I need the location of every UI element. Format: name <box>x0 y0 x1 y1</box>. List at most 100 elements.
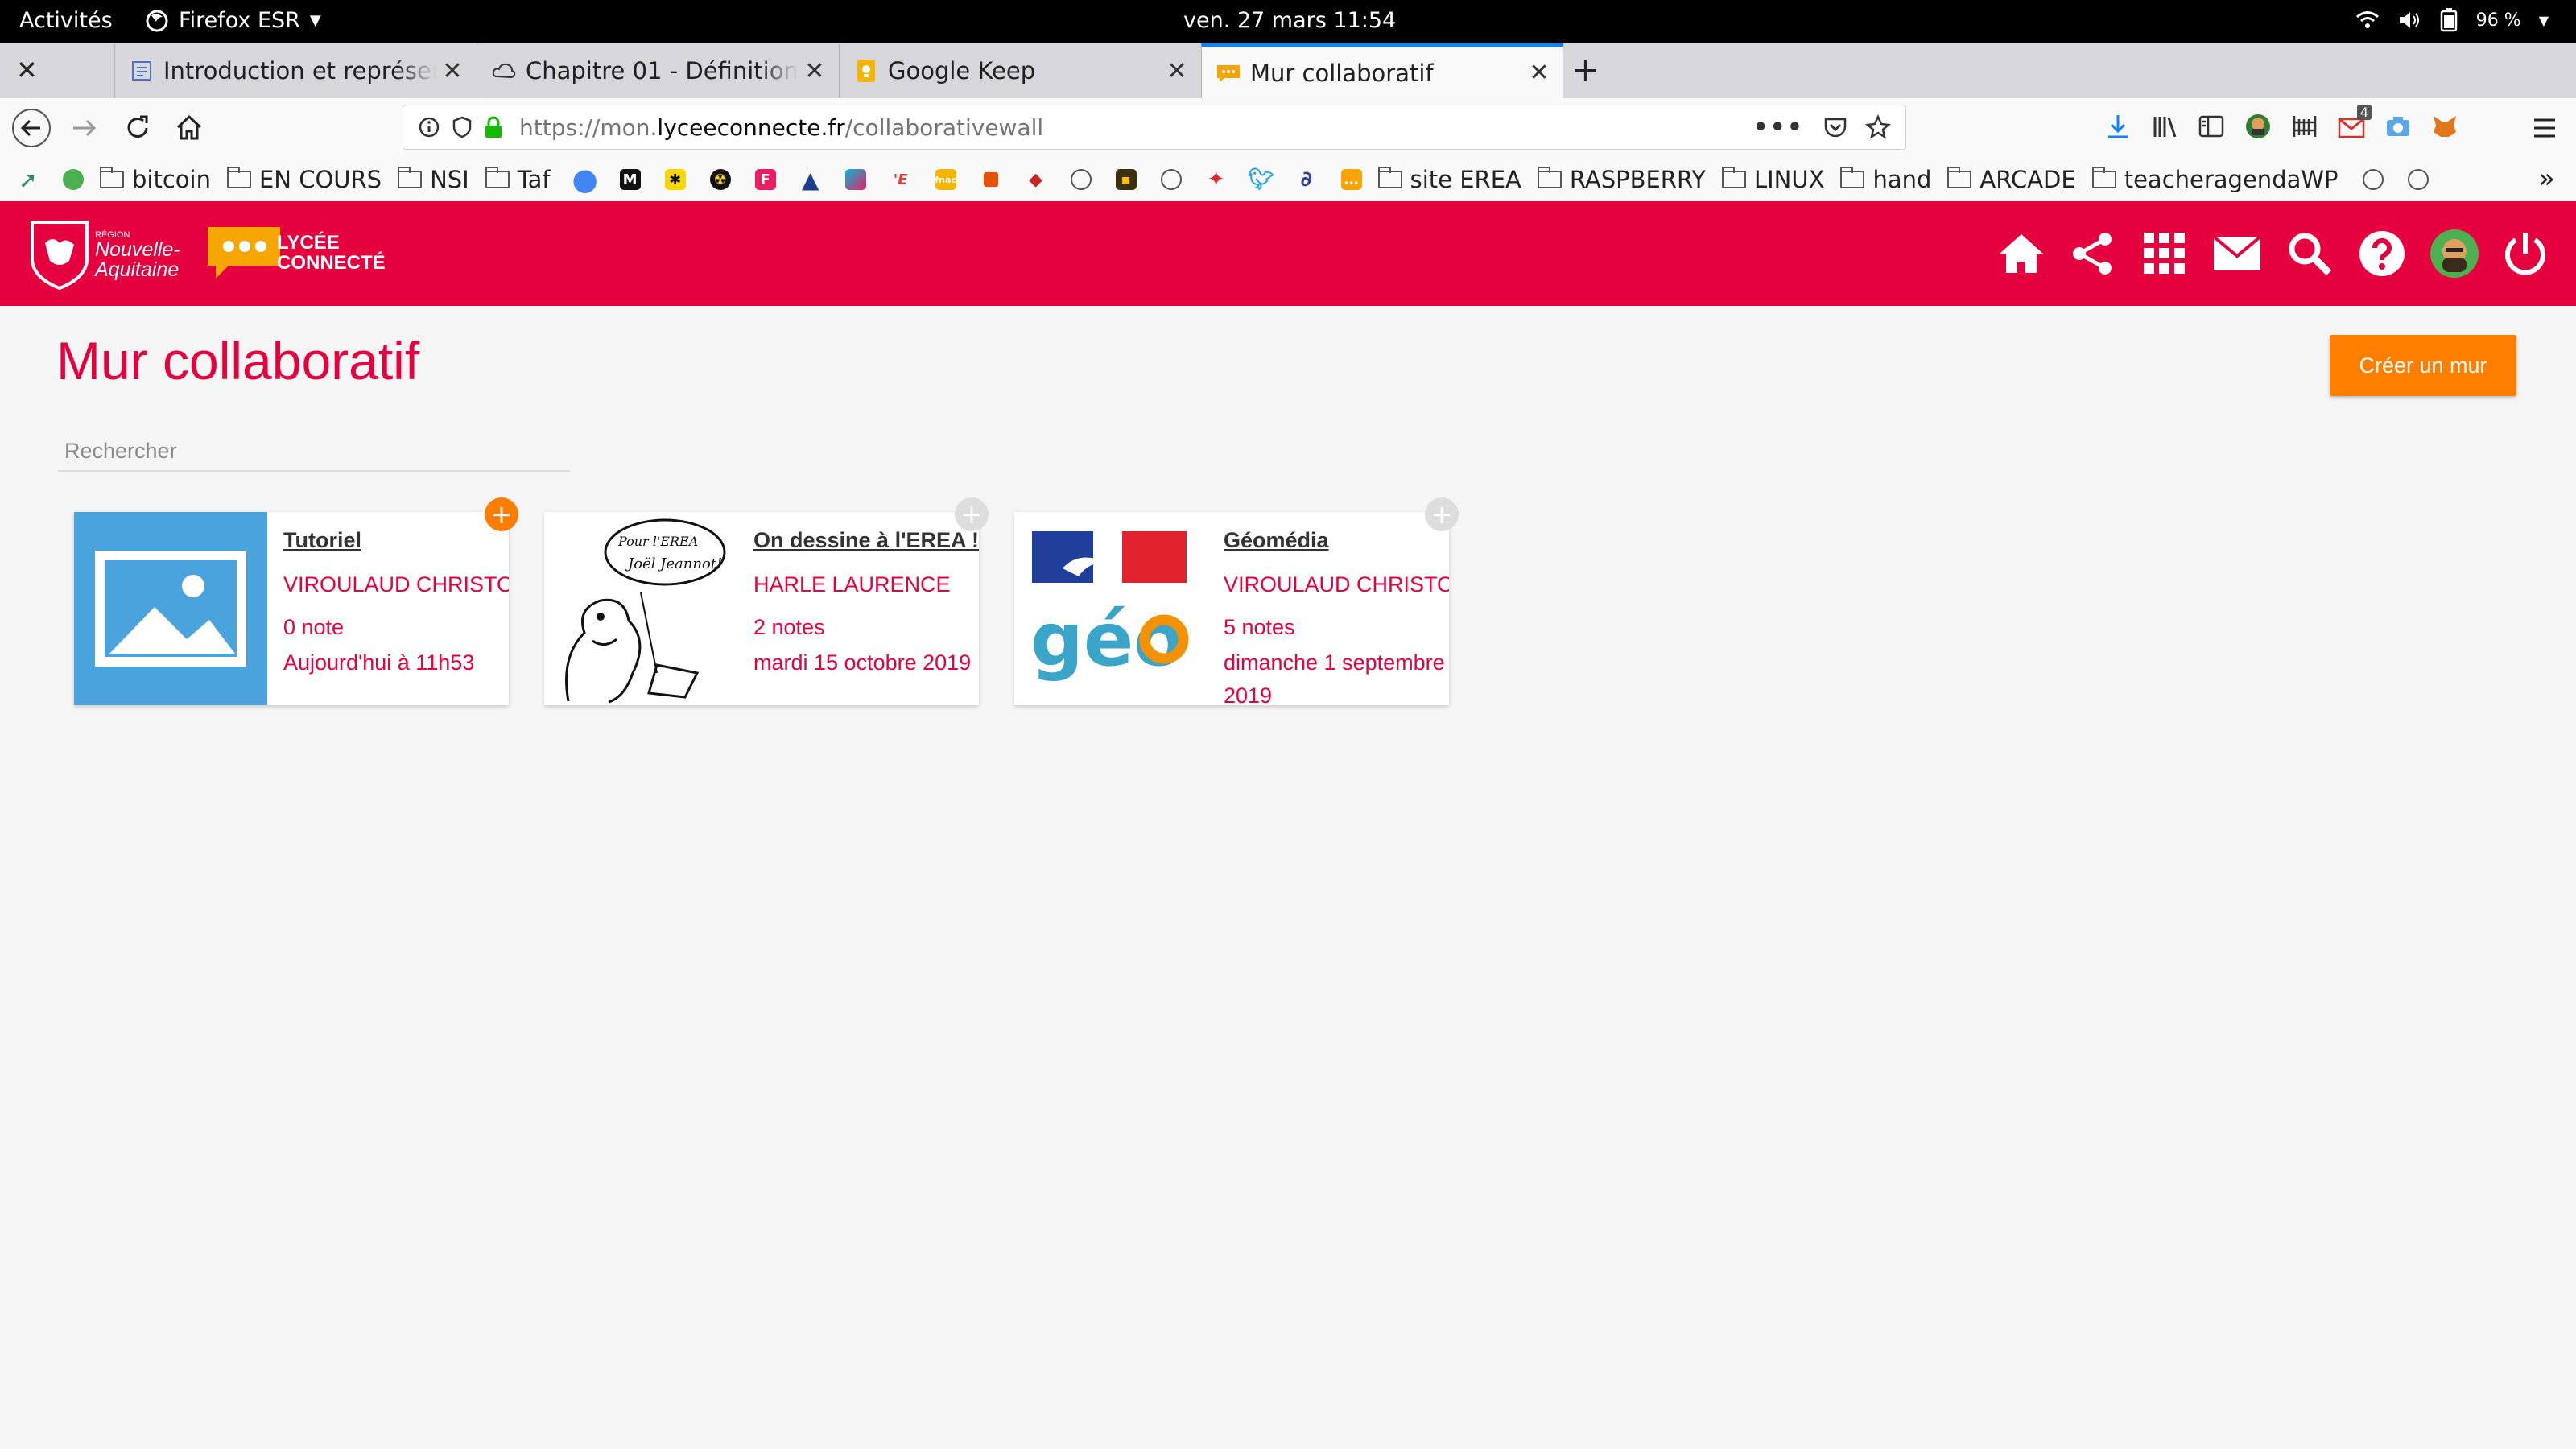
sidebar-icon[interactable] <box>2198 113 2225 140</box>
metamask-fox-icon[interactable] <box>2431 113 2458 140</box>
tab-introduction[interactable]: Introduction et représent ✕ <box>114 43 477 98</box>
add-favorite-button[interactable]: + <box>1425 497 1459 531</box>
bookmark-label: EN COURS <box>258 166 382 193</box>
globe-favicon-icon[interactable] <box>63 169 84 190</box>
pocket-icon[interactable] <box>1823 115 1847 139</box>
hamburger-icon <box>2534 118 2555 138</box>
home-icon <box>2000 234 2043 273</box>
bookmark-label: teacheragendaWP <box>2124 166 2339 193</box>
lycee-connecte-logo[interactable]: LYCÉE CONNECTÉ <box>204 222 386 283</box>
region-name-line2: Aquitaine <box>95 258 180 281</box>
wall-card-on-dessine[interactable]: Pour l'EREA Joël Jeannot! On dessine à l… <box>544 497 989 705</box>
globe-icon[interactable] <box>2407 169 2429 190</box>
search-input[interactable] <box>58 431 570 472</box>
share-nav-button[interactable] <box>2067 229 2117 279</box>
swirl-favicon-icon[interactable]: ∂ <box>1296 167 1317 192</box>
bookmark-folder-arcade[interactable]: ARCADE <box>1947 166 2076 193</box>
star-favicon-icon[interactable]: ✦ <box>1206 167 1227 192</box>
reload-button[interactable] <box>118 108 158 148</box>
search-nav-button[interactable] <box>2285 229 2334 279</box>
gmail-notifier-icon[interactable]: 4 <box>2338 105 2372 140</box>
close-tab-icon[interactable]: ✕ <box>1161 57 1193 85</box>
lock-icon[interactable] <box>484 116 503 138</box>
wall-title[interactable]: On dessine à l'EREA ! <box>753 528 979 553</box>
gradient-favicon-icon[interactable] <box>844 169 866 190</box>
bookmark-folder-raspberry[interactable]: RASPBERRY <box>1537 166 1706 193</box>
bookmark-star-icon[interactable] <box>1865 114 1891 140</box>
user-profile-button[interactable] <box>2429 229 2479 279</box>
screenshot-icon[interactable] <box>2384 113 2412 140</box>
avatar-extension-icon[interactable] <box>2244 113 2272 140</box>
bookmark-folder-teacheragendawp[interactable]: teacheragendaWP <box>2091 166 2339 193</box>
forward-button[interactable] <box>64 108 105 148</box>
orange-favicon-icon[interactable] <box>983 171 998 188</box>
bookmark-folder-nsi[interactable]: NSI <box>398 166 469 193</box>
home-nav-button[interactable] <box>1996 229 2046 279</box>
bookmark-folder-bitcoin[interactable]: bitcoin <box>100 166 211 193</box>
wall-title[interactable]: Tutoriel <box>283 528 509 553</box>
fnac-favicon-icon[interactable]: fnac <box>935 169 956 190</box>
drawing-sketch-thumbnail: Pour l'EREA Joël Jeannot! <box>544 512 737 705</box>
bookmark-folder-site-erea[interactable]: site EREA <box>1377 166 1521 193</box>
close-tab-icon[interactable]: ✕ <box>799 57 831 85</box>
bookmark-folder-en-cours[interactable]: EN COURS <box>226 166 382 193</box>
leaf-favicon-icon[interactable]: ➚ <box>18 167 39 193</box>
framapad-favicon-icon[interactable]: F <box>754 169 776 190</box>
close-tab-icon[interactable]: ✕ <box>436 57 469 85</box>
clock[interactable]: ven. 27 mars 11:54 <box>1183 8 1396 33</box>
system-tray[interactable]: 96 % ▼ <box>2355 8 2549 32</box>
bookmark-folder-taf[interactable]: Taf <box>485 166 551 193</box>
abacus-icon[interactable] <box>2291 113 2318 140</box>
logout-nav-button[interactable] <box>2500 229 2550 279</box>
battery-percentage: 96 % <box>2475 10 2521 31</box>
globe-icon[interactable] <box>2362 169 2384 190</box>
add-favorite-button[interactable]: + <box>955 497 989 531</box>
equipe-favicon-icon[interactable]: 'E <box>890 169 911 190</box>
new-tab-button[interactable]: + <box>1571 50 1600 89</box>
add-favorite-button[interactable]: + <box>485 497 518 531</box>
address-bar[interactable]: https://mon.lyceeconnecte.fr/collaborati… <box>402 105 1906 150</box>
bee-favicon-icon[interactable]: ✱ <box>664 169 686 190</box>
messages-nav-button[interactable] <box>2212 229 2262 279</box>
monde-favicon-icon[interactable]: M <box>619 169 641 190</box>
back-button[interactable] <box>11 108 52 148</box>
system-top-bar: Activités Firefox ESR ▼ ven. 27 mars 11:… <box>0 0 2576 43</box>
maps-pin-favicon-icon[interactable]: ⬤ <box>572 167 597 193</box>
tab-chapitre[interactable]: Chapitre 01 - Définitions ✕ <box>477 43 839 98</box>
app-menu[interactable]: Firefox ESR ▼ <box>145 8 321 33</box>
keep-icon <box>854 59 878 83</box>
apps-nav-button[interactable] <box>2140 229 2190 279</box>
tab-mur-collaboratif[interactable]: Mur collaboratif ✕ <box>1201 43 1563 99</box>
close-tab-icon[interactable]: ✕ <box>1523 59 1555 87</box>
menu-button[interactable] <box>2524 108 2565 148</box>
region-logo[interactable]: RÉGION Nouvelle- Aquitaine <box>27 219 180 291</box>
arrow-favicon-icon[interactable]: ◆ <box>1026 169 1046 190</box>
globe-icon[interactable] <box>1160 169 1182 190</box>
tracking-shield-icon[interactable] <box>452 116 473 138</box>
folder-icon <box>1947 167 1972 188</box>
twitter-icon[interactable]: 🐦︎ <box>1248 167 1274 192</box>
lycee-connecte-favicon-icon[interactable]: … <box>1340 169 1362 190</box>
more-bookmarks-icon[interactable]: » <box>2538 163 2555 195</box>
tab-title: Google Keep <box>888 57 1036 85</box>
wall-card-geomedia[interactable]: géo Géomédia VIROULAUD CHRISTO... 5 note… <box>1014 497 1459 705</box>
activities-button[interactable]: Activités <box>19 8 113 33</box>
help-nav-button[interactable] <box>2357 229 2407 279</box>
download-icon[interactable] <box>2104 113 2132 140</box>
globe-icon[interactable] <box>1070 169 1092 190</box>
tab-google-keep[interactable]: Google Keep ✕ <box>839 43 1201 98</box>
dark-favicon-icon[interactable]: ▪ <box>1115 169 1137 190</box>
bookmark-folder-linux[interactable]: LINUX <box>1721 166 1824 193</box>
library-icon[interactable] <box>2151 113 2178 140</box>
create-wall-button[interactable]: Créer un mur <box>2330 335 2516 396</box>
page-actions-icon[interactable]: ••• <box>1752 114 1804 142</box>
mountain-favicon-icon[interactable]: ▲ <box>800 167 821 193</box>
home-button[interactable] <box>169 108 209 148</box>
bookmark-folder-hand[interactable]: hand <box>1840 166 1931 193</box>
wall-title[interactable]: Géomédia <box>1224 528 1449 553</box>
wall-card-tutoriel[interactable]: Tutoriel VIROULAUD CHRISTO... 0 note Auj… <box>74 497 518 705</box>
info-icon[interactable] <box>418 116 440 138</box>
radiation-favicon-icon[interactable]: ☢ <box>709 169 731 190</box>
close-window-icon[interactable]: ✕ <box>16 55 38 85</box>
firefox-icon <box>146 10 168 31</box>
